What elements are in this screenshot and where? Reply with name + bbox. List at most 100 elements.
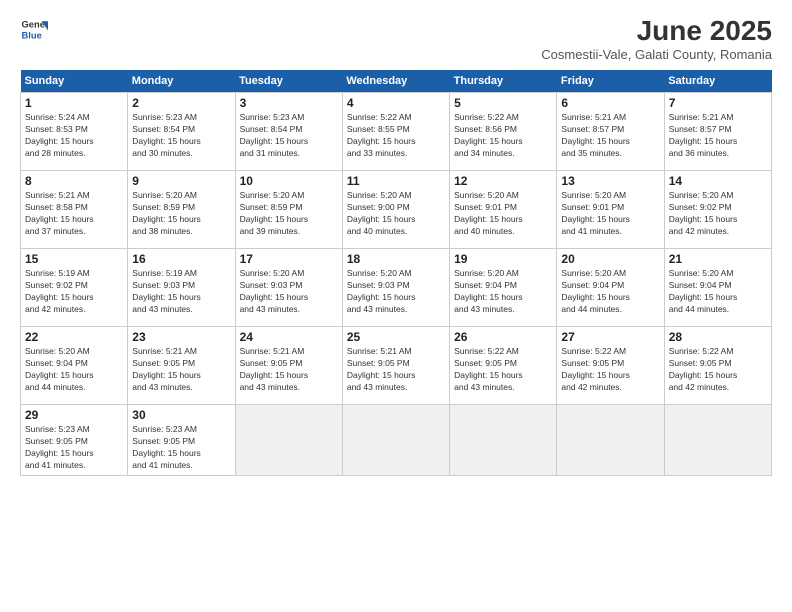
- day-info: Sunrise: 5:23 AM Sunset: 8:54 PM Dayligh…: [132, 112, 230, 160]
- day-cell: 1 Sunrise: 5:24 AM Sunset: 8:53 PM Daylig…: [21, 93, 128, 171]
- day-number: 26: [454, 330, 552, 344]
- calendar-table: SundayMondayTuesdayWednesdayThursdayFrid…: [20, 70, 772, 476]
- day-number: 19: [454, 252, 552, 266]
- day-info: Sunrise: 5:24 AM Sunset: 8:53 PM Dayligh…: [25, 112, 123, 160]
- day-cell: 29 Sunrise: 5:23 AM Sunset: 9:05 PM Dayli…: [21, 405, 128, 476]
- day-info: Sunrise: 5:21 AM Sunset: 8:57 PM Dayligh…: [669, 112, 767, 160]
- day-cell: 10Sunrise: 5:20 AM Sunset: 8:59 PM Dayli…: [235, 171, 342, 249]
- day-info: Sunrise: 5:21 AM Sunset: 9:05 PM Dayligh…: [240, 346, 338, 394]
- day-cell: 30 Sunrise: 5:23 AM Sunset: 9:05 PM Dayli…: [128, 405, 235, 476]
- day-number: 2: [132, 96, 230, 110]
- day-number: 23: [132, 330, 230, 344]
- day-number: 14: [669, 174, 767, 188]
- day-info: Sunrise: 5:19 AM Sunset: 9:02 PM Dayligh…: [25, 268, 123, 316]
- subtitle: Cosmestii-Vale, Galati County, Romania: [541, 47, 772, 62]
- day-cell: 14 Sunrise: 5:20 AM Sunset: 9:02 PM Dayli…: [664, 171, 771, 249]
- day-info: Sunrise: 5:23 AM Sunset: 8:54 PM Dayligh…: [240, 112, 338, 160]
- day-info: Sunrise: 5:20 AM Sunset: 9:03 PM Dayligh…: [347, 268, 445, 316]
- day-number: 24: [240, 330, 338, 344]
- day-cell: 4 Sunrise: 5:22 AM Sunset: 8:55 PM Daylig…: [342, 93, 449, 171]
- day-cell: 24 Sunrise: 5:21 AM Sunset: 9:05 PM Dayli…: [235, 327, 342, 405]
- header: General Blue June 2025 Cosmestii-Vale, G…: [20, 15, 772, 62]
- day-number: 8: [25, 174, 123, 188]
- day-number: 1: [25, 96, 123, 110]
- day-number: 12: [454, 174, 552, 188]
- day-cell: [557, 405, 664, 476]
- day-info: Sunrise: 5:20 AM Sunset: 9:02 PM Dayligh…: [669, 190, 767, 238]
- day-info: Sunrise: 5:20 AM Sunset: 9:04 PM Dayligh…: [561, 268, 659, 316]
- day-cell: 18 Sunrise: 5:20 AM Sunset: 9:03 PM Dayli…: [342, 249, 449, 327]
- week-row-4: 22 Sunrise: 5:20 AM Sunset: 9:04 PM Dayli…: [21, 327, 772, 405]
- day-number: 28: [669, 330, 767, 344]
- day-number: 9: [132, 174, 230, 188]
- day-number: 13: [561, 174, 659, 188]
- day-cell: 15 Sunrise: 5:19 AM Sunset: 9:02 PM Dayli…: [21, 249, 128, 327]
- day-info: Sunrise: 5:22 AM Sunset: 9:05 PM Dayligh…: [669, 346, 767, 394]
- day-info: Sunrise: 5:19 AM Sunset: 9:03 PM Dayligh…: [132, 268, 230, 316]
- day-number: 29: [25, 408, 123, 422]
- day-cell: 6Sunrise: 5:21 AM Sunset: 8:57 PM Daylig…: [557, 93, 664, 171]
- day-number: 17: [240, 252, 338, 266]
- day-cell: 19 Sunrise: 5:20 AM Sunset: 9:04 PM Dayli…: [450, 249, 557, 327]
- day-cell: 16Sunrise: 5:19 AM Sunset: 9:03 PM Dayli…: [128, 249, 235, 327]
- day-cell: 9 Sunrise: 5:20 AM Sunset: 8:59 PM Daylig…: [128, 171, 235, 249]
- day-cell: 25 Sunrise: 5:21 AM Sunset: 9:05 PM Dayli…: [342, 327, 449, 405]
- day-info: Sunrise: 5:22 AM Sunset: 8:56 PM Dayligh…: [454, 112, 552, 160]
- day-info: Sunrise: 5:21 AM Sunset: 9:05 PM Dayligh…: [347, 346, 445, 394]
- day-info: Sunrise: 5:20 AM Sunset: 9:04 PM Dayligh…: [669, 268, 767, 316]
- week-row-1: 1 Sunrise: 5:24 AM Sunset: 8:53 PM Daylig…: [21, 93, 772, 171]
- week-row-3: 15 Sunrise: 5:19 AM Sunset: 9:02 PM Dayli…: [21, 249, 772, 327]
- day-cell: 8Sunrise: 5:21 AM Sunset: 8:58 PM Daylig…: [21, 171, 128, 249]
- col-header-friday: Friday: [557, 70, 664, 93]
- day-cell: 17 Sunrise: 5:20 AM Sunset: 9:03 PM Dayli…: [235, 249, 342, 327]
- col-header-wednesday: Wednesday: [342, 70, 449, 93]
- day-cell: 7 Sunrise: 5:21 AM Sunset: 8:57 PM Daylig…: [664, 93, 771, 171]
- day-cell: 20 Sunrise: 5:20 AM Sunset: 9:04 PM Dayli…: [557, 249, 664, 327]
- day-cell: [450, 405, 557, 476]
- day-info: Sunrise: 5:20 AM Sunset: 9:04 PM Dayligh…: [25, 346, 123, 394]
- title-block: June 2025 Cosmestii-Vale, Galati County,…: [541, 15, 772, 62]
- day-cell: 26Sunrise: 5:22 AM Sunset: 9:05 PM Dayli…: [450, 327, 557, 405]
- day-info: Sunrise: 5:20 AM Sunset: 8:59 PM Dayligh…: [132, 190, 230, 238]
- day-number: 25: [347, 330, 445, 344]
- col-header-saturday: Saturday: [664, 70, 771, 93]
- day-info: Sunrise: 5:23 AM Sunset: 9:05 PM Dayligh…: [132, 424, 230, 472]
- day-cell: 21Sunrise: 5:20 AM Sunset: 9:04 PM Dayli…: [664, 249, 771, 327]
- day-number: 15: [25, 252, 123, 266]
- day-number: 4: [347, 96, 445, 110]
- col-header-sunday: Sunday: [21, 70, 128, 93]
- week-row-5: 29 Sunrise: 5:23 AM Sunset: 9:05 PM Dayli…: [21, 405, 772, 476]
- day-cell: 11Sunrise: 5:20 AM Sunset: 9:00 PM Dayli…: [342, 171, 449, 249]
- day-info: Sunrise: 5:20 AM Sunset: 9:01 PM Dayligh…: [454, 190, 552, 238]
- main-title: June 2025: [541, 15, 772, 47]
- day-info: Sunrise: 5:23 AM Sunset: 9:05 PM Dayligh…: [25, 424, 123, 472]
- day-cell: 5Sunrise: 5:22 AM Sunset: 8:56 PM Daylig…: [450, 93, 557, 171]
- day-cell: [664, 405, 771, 476]
- day-number: 6: [561, 96, 659, 110]
- day-cell: [342, 405, 449, 476]
- week-row-2: 8Sunrise: 5:21 AM Sunset: 8:58 PM Daylig…: [21, 171, 772, 249]
- day-info: Sunrise: 5:20 AM Sunset: 9:03 PM Dayligh…: [240, 268, 338, 316]
- logo: General Blue: [20, 15, 48, 43]
- col-header-thursday: Thursday: [450, 70, 557, 93]
- day-info: Sunrise: 5:21 AM Sunset: 9:05 PM Dayligh…: [132, 346, 230, 394]
- day-info: Sunrise: 5:20 AM Sunset: 9:00 PM Dayligh…: [347, 190, 445, 238]
- day-number: 30: [132, 408, 230, 422]
- header-row: SundayMondayTuesdayWednesdayThursdayFrid…: [21, 70, 772, 93]
- day-number: 20: [561, 252, 659, 266]
- day-info: Sunrise: 5:22 AM Sunset: 8:55 PM Dayligh…: [347, 112, 445, 160]
- svg-text:Blue: Blue: [22, 30, 42, 40]
- col-header-tuesday: Tuesday: [235, 70, 342, 93]
- day-cell: [235, 405, 342, 476]
- day-number: 7: [669, 96, 767, 110]
- day-number: 3: [240, 96, 338, 110]
- col-header-monday: Monday: [128, 70, 235, 93]
- day-info: Sunrise: 5:22 AM Sunset: 9:05 PM Dayligh…: [561, 346, 659, 394]
- day-number: 10: [240, 174, 338, 188]
- day-info: Sunrise: 5:20 AM Sunset: 9:01 PM Dayligh…: [561, 190, 659, 238]
- day-info: Sunrise: 5:20 AM Sunset: 9:04 PM Dayligh…: [454, 268, 552, 316]
- day-number: 22: [25, 330, 123, 344]
- day-cell: 3 Sunrise: 5:23 AM Sunset: 8:54 PM Daylig…: [235, 93, 342, 171]
- day-number: 27: [561, 330, 659, 344]
- day-number: 18: [347, 252, 445, 266]
